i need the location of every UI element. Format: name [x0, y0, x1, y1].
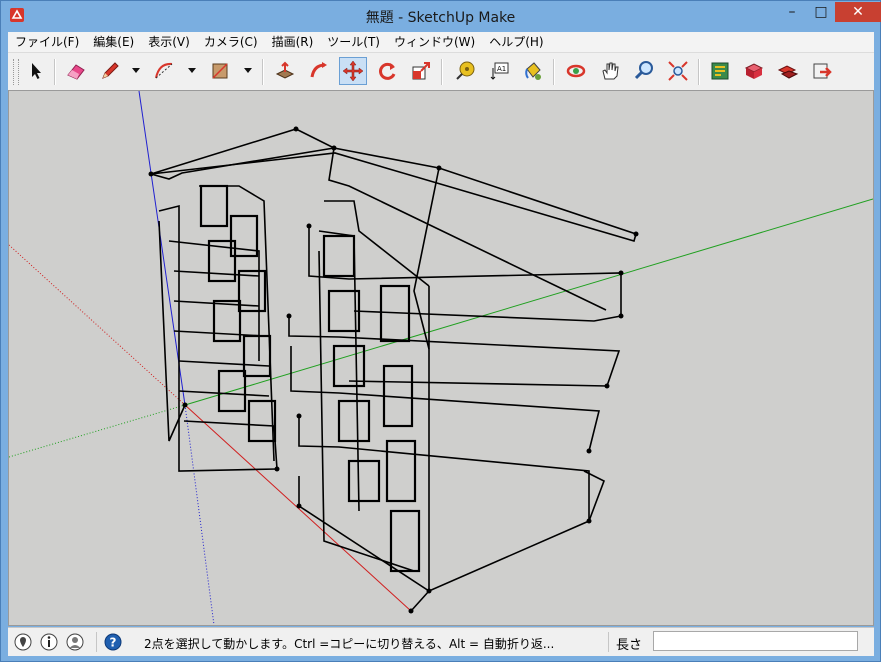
- status-bar: ? 2点を選択して動かします。Ctrl =コピーに切り替える、Alt = 自動折…: [8, 627, 874, 656]
- rectangle-icon: [212, 63, 228, 79]
- select-tool-button[interactable]: [22, 57, 50, 85]
- minimize-button[interactable]: –: [777, 2, 807, 22]
- paint-bucket-tool-button[interactable]: [519, 57, 547, 85]
- extension-warehouse-button[interactable]: [740, 57, 768, 85]
- toolbar-separator: [698, 59, 700, 85]
- pan-icon: [602, 62, 619, 80]
- measurements-input[interactable]: [653, 631, 858, 651]
- follow-me-tool-button[interactable]: [305, 57, 333, 85]
- move-icon: [342, 60, 364, 82]
- follow-me-icon: [310, 62, 327, 78]
- main-toolbar: A1: [8, 52, 874, 91]
- pencil-icon: [102, 62, 119, 79]
- rectangle-tool-button[interactable]: [206, 57, 234, 85]
- eraser-tool-button[interactable]: [62, 57, 90, 85]
- menu-tools[interactable]: ツール(T): [320, 32, 387, 52]
- credits-info-icon[interactable]: [40, 633, 58, 651]
- axis-green: [184, 198, 873, 406]
- svg-text:A1: A1: [497, 65, 506, 73]
- axis-green-dotted: [9, 404, 186, 458]
- menu-file[interactable]: ファイル(F): [8, 32, 86, 52]
- status-divider: [608, 632, 609, 652]
- model-canvas[interactable]: [9, 91, 873, 625]
- maximize-button[interactable]: □: [807, 2, 835, 22]
- toolbar-grip[interactable]: [13, 59, 19, 85]
- app-window: 無題 - SketchUp Make – □ ✕ ファイル(F) 編集(E) 表…: [0, 0, 881, 662]
- scale-tool-button[interactable]: [407, 57, 435, 85]
- paint-bucket-icon: [525, 62, 541, 80]
- help-question-icon[interactable]: ?: [104, 633, 122, 651]
- text-tool-button[interactable]: A1: [485, 57, 513, 85]
- arc-dropdown-icon[interactable]: [188, 68, 196, 74]
- text-icon: A1: [490, 62, 509, 80]
- zoom-icon: [634, 61, 653, 80]
- axis-blue: [138, 91, 186, 406]
- scale-icon: [412, 62, 430, 80]
- share-icon: [813, 63, 832, 79]
- menu-help[interactable]: ヘルプ(H): [482, 32, 550, 52]
- arc-tool-button[interactable]: [150, 57, 178, 85]
- orbit-icon: [566, 64, 586, 78]
- zoom-extents-tool-button[interactable]: [664, 57, 692, 85]
- close-button[interactable]: ✕: [835, 2, 881, 22]
- share-model-button[interactable]: [808, 57, 836, 85]
- geo-location-icon[interactable]: [14, 633, 32, 651]
- pencil-dropdown-icon[interactable]: [132, 68, 140, 74]
- arc-icon: [155, 62, 173, 79]
- menu-draw[interactable]: 描画(R): [265, 32, 321, 52]
- zoom-extents-icon: [668, 61, 688, 81]
- model-viewport[interactable]: [8, 90, 874, 626]
- title-bar[interactable]: 無題 - SketchUp Make – □ ✕: [1, 1, 881, 32]
- zoom-tool-button[interactable]: [630, 57, 658, 85]
- move-tool-button[interactable]: [339, 57, 367, 85]
- user-account-icon[interactable]: [66, 633, 84, 651]
- warehouse-icon: [711, 62, 729, 80]
- tape-measure-icon: [456, 61, 475, 80]
- eraser-icon: [67, 64, 85, 80]
- extension-icon: [744, 63, 764, 79]
- toolbar-separator: [553, 59, 555, 85]
- close-icon: ✕: [852, 4, 864, 20]
- window-title: 無題 - SketchUp Make: [365, 10, 516, 26]
- toolbar-separator: [54, 59, 56, 85]
- push-pull-tool-button[interactable]: [271, 57, 299, 85]
- tape-measure-tool-button[interactable]: [451, 57, 479, 85]
- select-icon: [32, 63, 41, 79]
- axis-red-dotted: [9, 244, 186, 406]
- status-message: 2点を選択して動かします。Ctrl =コピーに切り替える、Alt = 自動折り返…: [144, 637, 555, 651]
- rotate-tool-button[interactable]: [373, 57, 401, 85]
- axis-blue-dotted: [184, 404, 215, 625]
- menu-view[interactable]: 表示(V): [141, 32, 197, 52]
- push-pull-icon: [275, 61, 295, 79]
- menu-bar: ファイル(F) 編集(E) 表示(V) カメラ(C) 描画(R) ツール(T) …: [8, 32, 874, 52]
- pencil-tool-button[interactable]: [96, 57, 124, 85]
- components-icon: [777, 65, 799, 79]
- warehouse-button[interactable]: [706, 57, 734, 85]
- minimize-icon: –: [788, 4, 796, 20]
- toolbar-separator: [262, 59, 264, 85]
- rotate-icon: [379, 62, 396, 80]
- status-divider: [96, 632, 97, 652]
- rectangle-dropdown-icon[interactable]: [244, 68, 252, 74]
- menu-window[interactable]: ウィンドウ(W): [387, 32, 482, 52]
- menu-edit[interactable]: 編集(E): [86, 32, 141, 52]
- components-button[interactable]: [774, 57, 802, 85]
- maximize-icon: □: [814, 4, 828, 20]
- toolbar-separator: [441, 59, 443, 85]
- pan-tool-button[interactable]: [596, 57, 624, 85]
- svg-text:?: ?: [110, 636, 117, 650]
- menu-camera[interactable]: カメラ(C): [197, 32, 265, 52]
- orbit-tool-button[interactable]: [562, 57, 590, 85]
- measurements-label: 長さ: [616, 638, 643, 653]
